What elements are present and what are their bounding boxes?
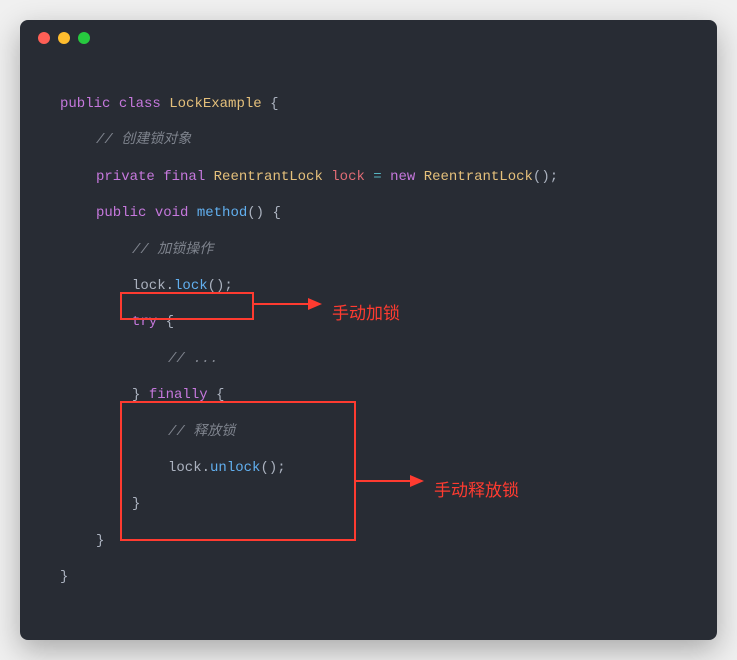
brace: {: [262, 96, 279, 112]
code-line: // 释放锁: [60, 414, 689, 450]
object-ref: lock.: [132, 278, 174, 294]
parens: ();: [208, 278, 233, 294]
code-line: }: [60, 486, 689, 522]
method-call: lock: [174, 278, 208, 294]
code-line: }: [60, 523, 689, 559]
parens: () {: [247, 205, 281, 221]
annotation-lock: 手动加锁: [332, 292, 400, 336]
parens: ();: [533, 169, 558, 185]
brace: {: [208, 387, 225, 403]
keyword-new: new: [382, 169, 416, 185]
code-block: public class LockExample { // 创建锁对象 priv…: [20, 56, 717, 625]
keyword-public: public: [60, 96, 110, 112]
operator: =: [373, 169, 381, 185]
code-line: public class LockExample {: [60, 86, 689, 122]
keyword-class: class: [119, 96, 161, 112]
class-name: LockExample: [169, 96, 261, 112]
brace: }: [132, 387, 149, 403]
method-call: unlock: [210, 460, 260, 476]
method-name: method: [197, 205, 247, 221]
close-icon[interactable]: [38, 32, 50, 44]
code-line: // 加锁操作: [60, 232, 689, 268]
window-titlebar: [20, 20, 717, 56]
code-line: } finally {: [60, 377, 689, 413]
code-line: private final ReentrantLock lock = new R…: [60, 159, 689, 195]
code-line: // 创建锁对象: [60, 122, 689, 158]
brace: {: [157, 314, 174, 330]
keyword-public: public: [96, 205, 146, 221]
type-name: ReentrantLock: [415, 169, 533, 185]
type-name: ReentrantLock: [214, 169, 323, 185]
keyword-void: void: [155, 205, 189, 221]
maximize-icon[interactable]: [78, 32, 90, 44]
variable: lock: [323, 169, 373, 185]
brace: }: [132, 496, 140, 512]
keyword-finally: finally: [149, 387, 208, 403]
code-line: public void method() {: [60, 195, 689, 231]
comment: // 创建锁对象: [96, 132, 191, 148]
comment: // 释放锁: [168, 424, 235, 440]
keyword-final: final: [163, 169, 205, 185]
code-line: // ...: [60, 341, 689, 377]
annotation-unlock: 手动释放锁: [434, 469, 519, 513]
code-line: }: [60, 559, 689, 595]
parens: ();: [260, 460, 285, 476]
comment: // ...: [168, 351, 218, 367]
keyword-try: try: [132, 314, 157, 330]
object-ref: lock.: [168, 460, 210, 476]
minimize-icon[interactable]: [58, 32, 70, 44]
code-line: lock.unlock();: [60, 450, 689, 486]
brace: }: [96, 533, 104, 549]
code-window: public class LockExample { // 创建锁对象 priv…: [20, 20, 717, 640]
keyword-private: private: [96, 169, 155, 185]
comment: // 加锁操作: [132, 242, 213, 258]
brace: }: [60, 569, 68, 585]
